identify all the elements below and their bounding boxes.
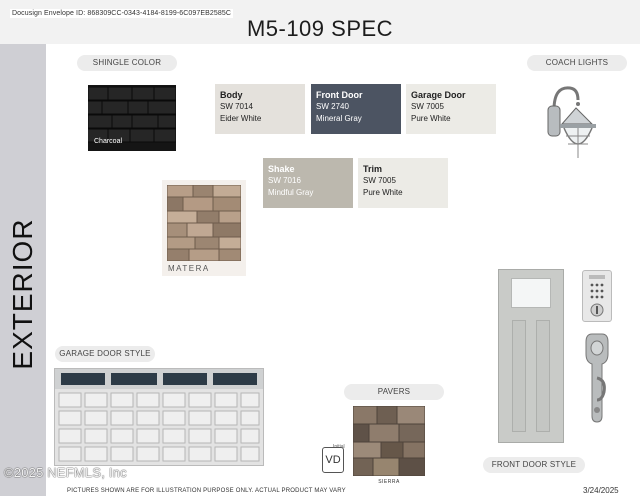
front-door-style-heading: FRONT DOOR STYLE xyxy=(483,457,585,473)
door-glass xyxy=(511,278,551,308)
swatch-name: Front Door xyxy=(316,90,363,100)
swatch-color-name: Pure White xyxy=(363,188,403,197)
swatch-code: SW 7014 xyxy=(220,102,253,111)
date: 3/24/2025 xyxy=(583,486,619,495)
coach-lights-heading: COACH LIGHTS xyxy=(527,55,627,71)
stone-pattern xyxy=(167,185,241,261)
sidebar: EXTERIOR xyxy=(0,44,46,496)
swatch-code: SW 7005 xyxy=(411,102,444,111)
keypad-drawing xyxy=(589,275,605,317)
page-title: M5-109 SPEC xyxy=(246,16,394,41)
pavers-label: SIERRA xyxy=(378,479,400,485)
initials-badge: VD xyxy=(322,447,344,473)
swatch-color-name: Mineral Gray xyxy=(316,114,362,123)
swatch-code: SW 7005 xyxy=(363,176,396,185)
keypad-lock-icon xyxy=(582,270,612,322)
front-door-image xyxy=(498,269,564,443)
shingle-color-heading: SHINGLE COLOR xyxy=(77,55,177,71)
swatch-color-name: Mindful Gray xyxy=(268,188,314,197)
swatch-color-name: Pure White xyxy=(411,114,451,123)
disclaimer: PICTURES SHOWN ARE FOR ILLUSTRATION PURP… xyxy=(67,488,346,494)
swatch-name: Garage Door xyxy=(411,90,466,100)
swatch-code: SW 2740 xyxy=(316,102,349,111)
garage-door-style-heading: GARAGE DOOR STYLE xyxy=(55,346,155,362)
swatch-code: SW 7016 xyxy=(268,176,301,185)
paint-swatch-shake: Shake SW 7016 Mindful Gray xyxy=(263,158,353,208)
stone-texture xyxy=(167,185,241,261)
pavers-sample xyxy=(353,406,425,476)
coach-light-icon xyxy=(547,86,596,158)
pavers-heading: PAVERS xyxy=(344,384,444,400)
paint-swatch-body: Body SW 7014 Eider White xyxy=(215,84,305,134)
swatch-color-name: Eider White xyxy=(220,114,262,123)
watermark: ©2025 NEFMLS, Inc xyxy=(4,465,127,480)
paint-swatch-trim: Trim SW 7005 Pure White xyxy=(358,158,448,208)
door-panel-left xyxy=(512,320,526,432)
shingle-label: Charcoal xyxy=(94,138,123,145)
stone-label: MATERA xyxy=(168,264,210,273)
paint-swatch-front-door: Front Door SW 2740 Mineral Gray xyxy=(311,84,401,134)
garage-door-image xyxy=(54,368,264,466)
stone-sample: MATERA xyxy=(162,180,246,276)
door-panel-right xyxy=(536,320,550,432)
paint-swatch-garage-door: Garage Door SW 7005 Pure White xyxy=(406,84,496,134)
swatch-name: Trim xyxy=(363,164,383,174)
garage-door-drawing xyxy=(55,369,263,462)
shingle-sample: Charcoal xyxy=(88,85,176,151)
door-handle-icon xyxy=(585,333,609,423)
pavers-pattern xyxy=(353,406,425,476)
swatch-name: Shake xyxy=(268,164,295,174)
swatch-name: Body xyxy=(220,90,243,100)
sidebar-label: EXTERIOR xyxy=(7,218,38,370)
